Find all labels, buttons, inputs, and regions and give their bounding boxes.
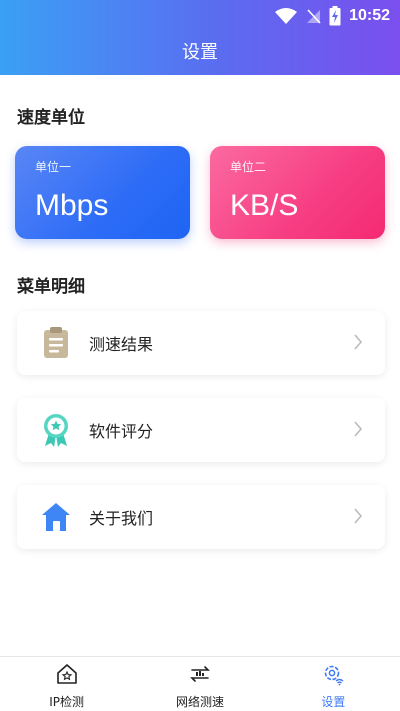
tab-ip-check[interactable]: IP检测 — [0, 657, 133, 711]
page-title: 设置 — [182, 42, 218, 63]
chevron-right-icon — [353, 420, 363, 442]
speed-test-icon — [188, 662, 212, 690]
gear-wifi-icon — [321, 662, 345, 690]
status-time: 10:52 — [349, 7, 390, 24]
unit-card-value: KB/S — [230, 189, 299, 222]
chevron-right-icon — [353, 507, 363, 529]
tab-network-speed[interactable]: 网络测速 — [133, 657, 266, 711]
no-signal-icon — [305, 8, 321, 24]
unit-card-kbs[interactable]: 单位二 KB/S — [210, 146, 385, 239]
award-badge-icon — [41, 413, 71, 447]
wifi-icon — [275, 8, 298, 24]
menu-item-app-rating[interactable]: 软件评分 — [17, 398, 385, 462]
menu-item-label: 关于我们 — [89, 509, 154, 528]
speed-unit-heading: 速度单位 — [17, 108, 85, 128]
tab-settings[interactable]: 设置 — [267, 657, 400, 711]
unit-card-value: Mbps — [35, 189, 109, 222]
bottom-tab-bar: IP检测 网络测速 设置 — [0, 656, 400, 711]
unit-card-sub: 单位二 — [230, 160, 267, 174]
unit-card-mbps[interactable]: 单位一 Mbps — [15, 146, 190, 239]
clipboard-icon — [41, 326, 71, 360]
battery-charging-icon — [329, 6, 341, 26]
tab-label: 网络测速 — [175, 695, 224, 709]
menu-item-speed-results[interactable]: 测速结果 — [17, 311, 385, 375]
house-star-icon — [55, 662, 79, 690]
menu-item-label: 测速结果 — [89, 335, 154, 354]
tab-label: IP检测 — [49, 695, 85, 709]
menu-item-about-us[interactable]: 关于我们 — [17, 485, 385, 549]
menu-item-label: 软件评分 — [89, 422, 154, 441]
unit-card-sub: 单位一 — [35, 160, 72, 174]
header-bar: 10:52 设置 — [0, 0, 400, 75]
menu-detail-heading: 菜单明细 — [17, 277, 85, 297]
home-icon — [41, 500, 71, 534]
tab-label: 设置 — [321, 695, 346, 709]
chevron-right-icon — [353, 333, 363, 355]
status-bar: 10:52 — [0, 0, 400, 32]
